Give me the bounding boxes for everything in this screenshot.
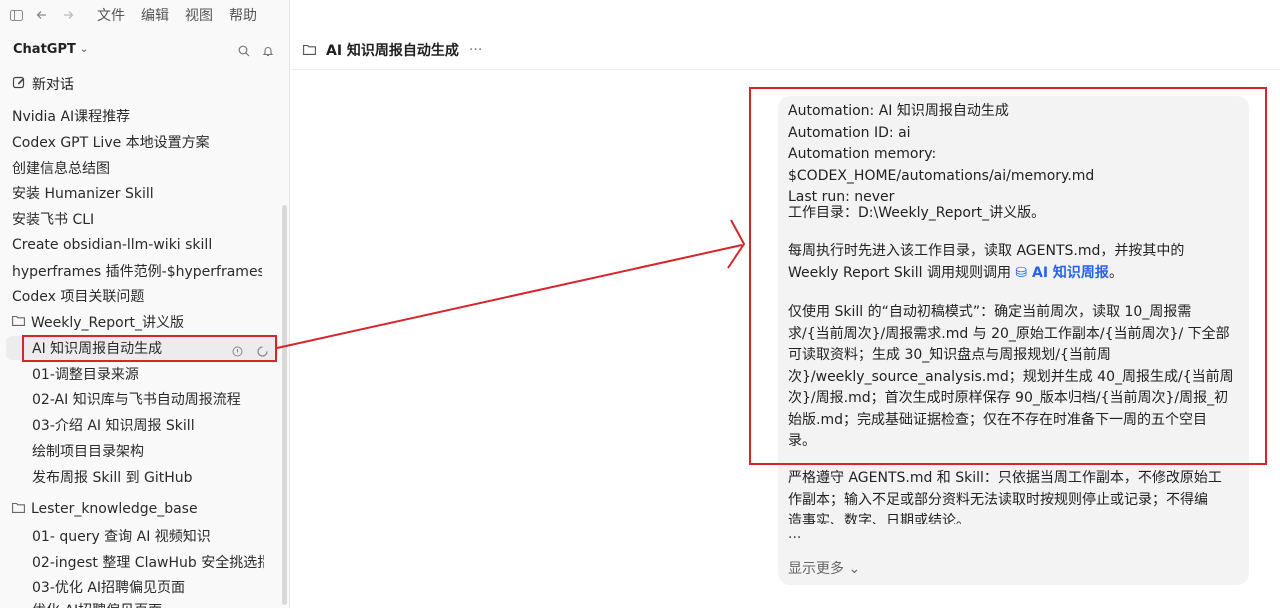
project-folder-knowledge-base[interactable]: Lester_knowledge_base bbox=[12, 497, 198, 521]
sidebar-scrollbar[interactable] bbox=[282, 205, 287, 605]
chat-item[interactable]: 发布周报 Skill 到 GitHub bbox=[32, 465, 193, 489]
chat-item[interactable]: hyperframes 插件范例-$hyperframes:h bbox=[12, 259, 262, 283]
menu-file[interactable]: 文件 bbox=[97, 5, 125, 25]
sidebar: 文件 编辑 视图 帮助 ChatGPT ⌄ 新对话 Nvidia AI课程推荐 … bbox=[0, 0, 290, 608]
folder-label: Weekly_Report_讲义版 bbox=[31, 315, 184, 331]
chat-item[interactable]: 01-调整目录来源 bbox=[32, 362, 139, 386]
new-chat-button[interactable]: 新对话 bbox=[12, 74, 74, 94]
chat-item[interactable]: 安装飞书 CLI bbox=[12, 207, 94, 231]
bell-icon[interactable] bbox=[262, 42, 274, 61]
chat-item[interactable]: 安装 Humanizer Skill bbox=[12, 181, 154, 205]
rules-line: 严格遵守 AGENTS.md 和 Skill：只依据当周工作副本，不修改原始工 bbox=[788, 470, 1222, 486]
show-more-label: 显示更多 bbox=[788, 561, 844, 577]
folder-label: Lester_knowledge_base bbox=[31, 501, 198, 517]
chat-item[interactable]: 02-ingest 整理 ClawHub 安全挑选指 bbox=[32, 550, 264, 574]
menu-help[interactable]: 帮助 bbox=[229, 5, 257, 25]
chat-item[interactable]: Create obsidian-llm-wiki skill bbox=[12, 233, 212, 257]
annotation-box-sidebar bbox=[22, 335, 277, 362]
truncation-ellipsis: ... bbox=[788, 526, 802, 542]
annotation-box-message bbox=[749, 87, 1267, 465]
conversation-header: AI 知识周报自动生成 ··· bbox=[291, 30, 1280, 70]
page-title: AI 知识周报自动生成 bbox=[326, 42, 459, 59]
chevron-down-icon: ⌄ bbox=[79, 43, 89, 55]
folder-icon bbox=[303, 40, 316, 59]
menu-bar: 文件 编辑 视图 帮助 bbox=[0, 0, 290, 30]
show-more-button[interactable]: 显示更多 ⌄ bbox=[788, 558, 860, 578]
edit-icon bbox=[12, 75, 26, 93]
more-options-button[interactable]: ··· bbox=[469, 42, 482, 58]
forward-arrow-icon[interactable] bbox=[61, 8, 75, 22]
search-icon[interactable] bbox=[238, 42, 250, 61]
project-folder-weekly-report[interactable]: Weekly_Report_讲义版 bbox=[12, 310, 184, 334]
folder-icon bbox=[12, 501, 25, 517]
new-chat-label: 新对话 bbox=[32, 77, 74, 93]
folder-icon bbox=[12, 314, 25, 330]
chat-item[interactable]: Codex 项目关联问题 bbox=[12, 284, 144, 308]
chat-item[interactable]: 优化 AI招聘偏见页面 bbox=[32, 600, 162, 608]
brand-label: ChatGPT bbox=[13, 41, 76, 57]
menu-edit[interactable]: 编辑 bbox=[141, 5, 169, 25]
back-arrow-icon[interactable] bbox=[35, 8, 49, 22]
chat-item[interactable]: 创建信息总结图 bbox=[12, 156, 110, 180]
rules-paragraph: 严格遵守 AGENTS.md 和 Skill：只依据当周工作副本，不修改原始工 … bbox=[788, 468, 1237, 524]
rules-line: 作副本；输入不足或部分资料无法读取时按规则停止或记录；不得编 bbox=[788, 491, 1208, 508]
menu-view[interactable]: 视图 bbox=[185, 5, 213, 25]
chevron-down-icon: ⌄ bbox=[848, 561, 861, 577]
chat-item[interactable]: Codex GPT Live 本地设置方案 bbox=[12, 130, 210, 154]
sidebar-toggle-icon[interactable] bbox=[9, 8, 23, 22]
chat-item[interactable]: 01- query 查询 AI 视频知识 bbox=[32, 524, 211, 548]
chat-item[interactable]: Nvidia AI课程推荐 bbox=[12, 104, 130, 128]
chat-item[interactable]: 03-优化 AI招聘偏见页面 bbox=[32, 575, 185, 599]
rules-line: 造事实、数字、日期或结论。 bbox=[788, 513, 970, 524]
chat-item[interactable]: 02-AI 知识库与飞书自动周报流程 bbox=[32, 387, 241, 411]
chat-item[interactable]: 绘制项目目录架构 bbox=[32, 439, 144, 463]
chat-item[interactable]: 03-介绍 AI 知识周报 Skill bbox=[32, 413, 195, 437]
brand-switcher[interactable]: ChatGPT ⌄ bbox=[13, 40, 88, 58]
